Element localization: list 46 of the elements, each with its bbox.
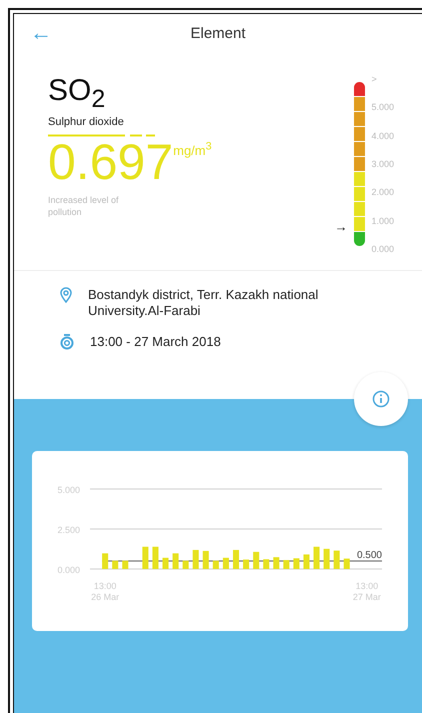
threshold-label: 0.500 — [356, 550, 382, 561]
chart-bar — [314, 546, 320, 569]
chart-bar — [283, 560, 290, 569]
scale-label: 5.000 — [371, 102, 394, 112]
chart-bar — [202, 550, 209, 569]
chart-bar — [344, 558, 350, 569]
chart-bar — [222, 558, 229, 569]
chart-bar — [192, 550, 199, 569]
chart-bar — [172, 553, 179, 569]
element-name: Sulphur dioxide — [48, 116, 125, 128]
info-icon — [372, 390, 390, 408]
scale-label: 0.000 — [371, 244, 394, 254]
chart-bar — [162, 558, 169, 569]
info-button[interactable] — [354, 372, 408, 426]
chart-bar — [102, 553, 108, 569]
chart-bar — [232, 550, 240, 569]
back-button[interactable]: ← — [30, 22, 52, 44]
screen-title: Element — [189, 24, 247, 42]
concentration-value: 0.697 — [48, 137, 174, 187]
pollution-note: Increased level of pollution — [48, 195, 120, 218]
location-pin-icon — [60, 287, 72, 303]
scale-label: > — [371, 74, 378, 84]
scale-label: 3.000 — [371, 158, 394, 169]
scale-label: 4.000 — [371, 130, 394, 141]
chart-bar — [122, 560, 128, 569]
chart-bar — [273, 557, 280, 569]
scale-label: 2.000 — [371, 187, 394, 198]
chart-bar — [324, 548, 330, 569]
chart-bar — [212, 560, 219, 569]
chart-bar — [152, 546, 158, 569]
stopwatch-icon — [60, 334, 74, 350]
unit-label: mg/m$^{3}$ — [173, 143, 212, 158]
chart-bar — [303, 554, 310, 569]
chart-bar — [243, 560, 250, 569]
chart-bar — [293, 558, 300, 569]
chart-bar — [182, 560, 189, 569]
chart-bar — [142, 546, 148, 569]
scale-label: 1.000 — [371, 216, 394, 226]
location-text: Bostandyk district, Terr. Kazakh national University.Al-Farabi — [88, 287, 320, 318]
level-pointer: → — [334, 219, 348, 234]
chart-bar — [334, 550, 340, 569]
chart-bar — [112, 560, 118, 569]
chart-bar — [253, 552, 260, 569]
time-text: 13:00 - 27 March 2018 — [90, 334, 222, 350]
element-formula: SO$_{2}$ — [48, 74, 106, 107]
chart-bar — [263, 559, 270, 569]
